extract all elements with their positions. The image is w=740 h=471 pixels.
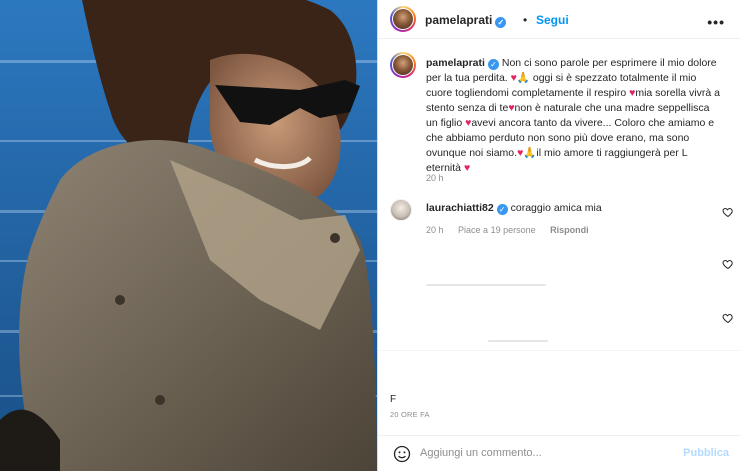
publish-button[interactable]: Pubblica bbox=[683, 447, 729, 459]
comment-timestamp[interactable]: 20 h bbox=[426, 225, 444, 235]
author-avatar[interactable] bbox=[390, 6, 416, 32]
post-photo[interactable] bbox=[0, 0, 377, 471]
post-date[interactable]: 20 ORE FA bbox=[390, 410, 430, 419]
post-caption: pamelaprati ✓ Non ci sono parole per espr… bbox=[426, 57, 720, 174]
post-sidebar: pamelaprati ✓ • Segui ••• pamelaprati ✓ No… bbox=[377, 0, 740, 471]
commenter-avatar[interactable] bbox=[390, 199, 412, 221]
caption-author-avatar[interactable] bbox=[390, 52, 416, 78]
caption-author[interactable]: pamelaprati bbox=[426, 57, 485, 69]
reply-button[interactable]: Rispondi bbox=[550, 225, 589, 235]
header-separator: • bbox=[523, 13, 528, 27]
red-heart-emoji: ♥ bbox=[517, 147, 524, 159]
like-heart-icon[interactable] bbox=[722, 258, 734, 270]
actions-area bbox=[378, 350, 740, 396]
verified-badge-icon: ✓ bbox=[487, 59, 499, 70]
comment-bar: Aggiungi un commento... Pubblica bbox=[378, 435, 740, 471]
caption-timestamp[interactable]: 20 h bbox=[426, 173, 444, 183]
verified-badge-icon: ✓ bbox=[495, 17, 507, 28]
emoji-icon[interactable] bbox=[392, 444, 412, 464]
follow-button[interactable]: Segui bbox=[536, 13, 569, 27]
red-heart-emoji: ♥ bbox=[510, 72, 517, 84]
photo-illustration bbox=[0, 0, 377, 471]
author-username-container[interactable]: pamelaprati ✓ bbox=[425, 13, 507, 28]
comment-likes[interactable]: Piace a 19 persone bbox=[458, 225, 536, 235]
faded-comment bbox=[426, 284, 546, 286]
author-username[interactable]: pamelaprati bbox=[425, 13, 492, 27]
verified-badge-icon: ✓ bbox=[496, 204, 508, 215]
red-heart-emoji: ♥ bbox=[463, 162, 471, 174]
comment-text: coraggio amica mia bbox=[510, 202, 602, 214]
commenter-username[interactable]: laurachiatti82 bbox=[426, 202, 494, 214]
comment-input[interactable]: Aggiungi un commento... bbox=[420, 447, 542, 459]
like-heart-icon[interactable] bbox=[722, 206, 734, 218]
post-header: pamelaprati ✓ • Segui ••• bbox=[378, 0, 740, 39]
faded-comment bbox=[488, 340, 548, 342]
stray-character: F bbox=[390, 394, 397, 405]
comment-meta: 20 h Piace a 19 persone Rispondi bbox=[426, 225, 601, 235]
more-options-icon[interactable]: ••• bbox=[707, 14, 725, 30]
comment-row: laurachiatti82 ✓ coraggio amica mia bbox=[426, 202, 602, 215]
like-heart-icon[interactable] bbox=[722, 312, 734, 324]
